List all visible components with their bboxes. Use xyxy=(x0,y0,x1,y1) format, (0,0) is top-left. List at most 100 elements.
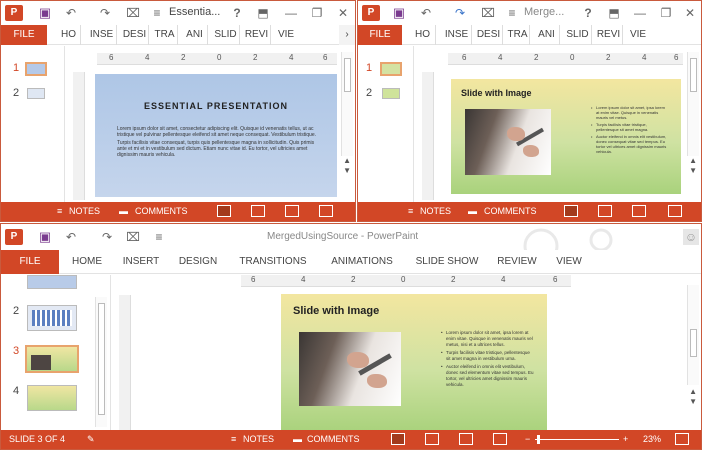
tab-animations[interactable]: ANIMATIONS xyxy=(325,250,399,274)
thumbnail-pane[interactable]: 1 2 xyxy=(1,46,65,202)
notes-icon[interactable]: ≡ xyxy=(57,206,62,216)
slide-image[interactable] xyxy=(299,332,401,406)
slide-sorter-icon[interactable] xyxy=(598,205,612,217)
tab-insert[interactable]: INSE xyxy=(87,25,117,45)
tab-design[interactable]: DESIGN xyxy=(175,250,221,274)
tab-review[interactable]: REVI xyxy=(595,25,623,45)
slide-thumbnail[interactable] xyxy=(382,88,400,99)
close-icon[interactable]: ✕ xyxy=(682,5,698,21)
comments-icon[interactable]: ▬ xyxy=(293,434,302,444)
zoom-out-icon[interactable]: − xyxy=(525,434,530,444)
tab-view[interactable]: VIEW xyxy=(553,250,585,274)
powerpoint-logo-icon[interactable]: P xyxy=(5,229,23,245)
restore-icon[interactable]: ❐ xyxy=(309,5,325,21)
minimize-icon[interactable]: — xyxy=(632,5,648,21)
start-from-beginning-icon[interactable]: ⌧ xyxy=(480,5,496,21)
customize-toolbar-icon[interactable]: ≡ xyxy=(504,5,520,21)
thumbnail-pane[interactable]: 2 3 4 xyxy=(1,275,111,430)
slide-image[interactable] xyxy=(465,109,551,175)
slide-canvas[interactable]: Slide with Image Lorem ipsum dolor sit a… xyxy=(281,294,547,432)
tab-home[interactable]: HOME xyxy=(67,250,107,274)
undo-icon[interactable]: ↶ xyxy=(63,229,79,245)
scrollbar-thumb[interactable] xyxy=(690,329,697,357)
slide-body[interactable]: Lorem ipsum dolor sit amet, consectetur … xyxy=(117,126,319,158)
slide-title[interactable]: Slide with Image xyxy=(293,305,379,317)
vertical-scrollbar[interactable] xyxy=(687,285,699,385)
tab-view[interactable]: VIE xyxy=(626,25,650,45)
tab-review[interactable]: REVIEW xyxy=(495,250,539,274)
scrollbar-thumb[interactable] xyxy=(690,58,697,92)
slide-thumbnail[interactable] xyxy=(27,385,77,411)
tab-file[interactable]: FILE xyxy=(1,25,47,45)
scroll-arrows[interactable]: ▲ ▼ xyxy=(689,156,697,176)
slide-title[interactable]: ESSENTIAL PRESENTATION xyxy=(95,101,337,111)
comments-button[interactable]: COMMENTS xyxy=(135,206,188,216)
tab-slide-show[interactable]: SLID xyxy=(564,25,592,45)
start-from-beginning-icon[interactable]: ⌧ xyxy=(125,229,141,245)
slide-thumbnail[interactable] xyxy=(25,62,47,76)
scrollbar-thumb[interactable] xyxy=(344,58,351,92)
slide-bullets[interactable]: Lorem ipsum dolor sit amet, ipsa lorem a… xyxy=(591,105,669,156)
tab-home[interactable]: HO xyxy=(410,25,436,45)
minimize-icon[interactable]: — xyxy=(283,5,299,21)
redo-icon[interactable]: ↷ xyxy=(99,229,115,245)
tab-home[interactable]: HO xyxy=(57,25,81,45)
zoom-in-icon[interactable]: + xyxy=(623,434,628,444)
vertical-scrollbar[interactable] xyxy=(341,52,353,156)
normal-view-icon[interactable] xyxy=(564,205,578,217)
comments-icon[interactable]: ▬ xyxy=(468,206,477,216)
help-icon[interactable]: ? xyxy=(229,5,245,21)
slide-show-icon[interactable] xyxy=(493,433,507,445)
tab-view[interactable]: VIE xyxy=(274,25,298,45)
zoom-slider[interactable] xyxy=(535,435,619,444)
comments-button[interactable]: COMMENTS xyxy=(484,206,537,216)
notes-icon[interactable]: ≡ xyxy=(408,206,413,216)
customize-toolbar-icon[interactable]: ≡ xyxy=(151,229,167,245)
undo-icon[interactable]: ↶ xyxy=(63,5,79,21)
tab-design[interactable]: DESI xyxy=(121,25,149,45)
start-from-beginning-icon[interactable]: ⌧ xyxy=(125,5,141,21)
save-icon[interactable]: ▣ xyxy=(37,5,53,21)
save-icon[interactable]: ▣ xyxy=(37,229,53,245)
redo-icon[interactable]: ↷ xyxy=(97,5,113,21)
notes-icon[interactable]: ≡ xyxy=(231,434,236,444)
notes-button[interactable]: NOTES xyxy=(69,206,100,216)
save-icon[interactable]: ▣ xyxy=(391,5,407,21)
tab-transitions[interactable]: TRA xyxy=(506,25,530,45)
tab-transitions[interactable]: TRANSITIONS xyxy=(235,250,311,274)
help-icon[interactable]: ? xyxy=(580,5,596,21)
tab-design[interactable]: DESI xyxy=(475,25,503,45)
zoom-slider-handle[interactable] xyxy=(537,435,540,444)
slide-canvas[interactable]: Slide with Image Lorem ipsum dolor sit a… xyxy=(451,79,681,194)
slide-thumbnail[interactable] xyxy=(27,275,77,289)
ribbon-display-icon[interactable]: ⬒ xyxy=(255,5,271,21)
slide-thumbnail[interactable] xyxy=(25,345,79,373)
comments-button[interactable]: COMMENTS xyxy=(307,434,360,444)
close-icon[interactable]: ✕ xyxy=(335,5,351,21)
slide-sorter-icon[interactable] xyxy=(425,433,439,445)
slide-thumbnail[interactable] xyxy=(27,305,77,331)
slide-show-icon[interactable] xyxy=(319,205,333,217)
scroll-arrows[interactable]: ▲ ▼ xyxy=(343,156,351,176)
tab-transitions[interactable]: TRA xyxy=(152,25,178,45)
spell-check-icon[interactable]: ✎ xyxy=(87,434,95,445)
ribbon-display-icon[interactable]: ⬒ xyxy=(606,5,622,21)
powerpoint-logo-icon[interactable]: P xyxy=(362,5,380,21)
slide-title[interactable]: Slide with Image xyxy=(461,88,532,98)
slide-sorter-icon[interactable] xyxy=(251,205,265,217)
tab-insert[interactable]: INSE xyxy=(442,25,472,45)
ribbon-scroll-right-icon[interactable]: › xyxy=(339,25,355,45)
tab-file[interactable]: FILE xyxy=(358,25,402,45)
account-avatar-icon[interactable]: ☺ xyxy=(683,229,699,245)
tab-slide-show[interactable]: SLID xyxy=(212,25,240,45)
thumbnail-scrollbar[interactable] xyxy=(95,297,107,427)
redo-icon[interactable]: ↷ xyxy=(452,5,468,21)
customize-toolbar-icon[interactable]: ≡ xyxy=(149,5,165,21)
slide-bullets[interactable]: Lorem ipsum dolor sit amet, ipsa lorem a… xyxy=(441,330,535,390)
zoom-level[interactable]: 23% xyxy=(643,434,661,444)
restore-icon[interactable]: ❐ xyxy=(658,5,674,21)
fit-to-window-icon[interactable] xyxy=(675,433,689,445)
tab-file[interactable]: FILE xyxy=(1,250,59,274)
comments-icon[interactable]: ▬ xyxy=(119,206,128,216)
slide-thumbnail[interactable] xyxy=(380,62,402,76)
